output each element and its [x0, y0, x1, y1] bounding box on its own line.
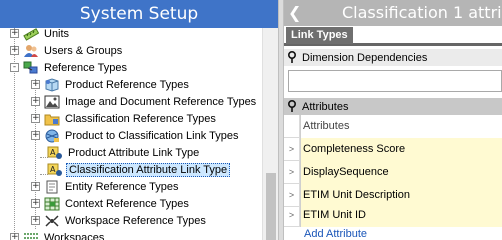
chevron-right-icon[interactable]: > — [284, 137, 300, 161]
attribute-name[interactable]: ETIM Unit ID — [300, 203, 502, 227]
tree-item-units[interactable]: + Units — [10, 28, 71, 42]
product-classification-link-icon — [45, 129, 59, 142]
expand-icon[interactable]: + — [31, 131, 40, 140]
tree-item-classification-attribute-link-type[interactable]: A Classification Attribute Link Type — [47, 161, 231, 178]
expand-icon[interactable]: + — [31, 80, 40, 89]
expand-icon[interactable]: + — [31, 199, 40, 208]
tree-item-label: Context Reference Types — [65, 197, 189, 210]
back-icon[interactable]: ❮ — [288, 0, 301, 26]
table-row[interactable]: > Completeness Score — [284, 137, 502, 161]
expand-icon[interactable]: + — [10, 46, 19, 55]
users-icon — [24, 44, 38, 57]
tree-item-entity-reference-types[interactable]: + Entity Reference Types — [31, 178, 181, 195]
pin-icon[interactable] — [286, 100, 298, 113]
expand-icon[interactable]: + — [31, 97, 40, 106]
table-row[interactable]: > DisplaySequence — [284, 160, 502, 184]
svg-text:A: A — [50, 165, 56, 174]
chevron-right-icon[interactable]: > — [284, 160, 300, 184]
dimension-dependencies-field[interactable] — [288, 70, 502, 92]
classification-folder-icon — [44, 114, 60, 125]
attribute-link-icon: A — [47, 146, 62, 159]
add-attribute-link[interactable]: Add Attribute — [304, 228, 367, 240]
dimension-dependencies-header: Dimension Dependencies — [284, 49, 502, 66]
attribute-name[interactable]: Completeness Score — [300, 137, 502, 161]
tree-item-label: Classification Attribute Link Type — [66, 162, 231, 177]
tree-item-label: Product Reference Types — [65, 78, 189, 91]
section-title: Attributes — [302, 100, 349, 113]
workspace-reference-icon — [45, 214, 59, 227]
tree-item-label: Image and Document Reference Types — [65, 95, 257, 108]
context-reference-icon — [44, 197, 60, 210]
tree-item-classification-reference-types[interactable]: + Classification Reference Types — [31, 110, 218, 127]
tree-item-workspaces[interactable]: + Workspaces — [10, 229, 106, 240]
attributes-header: Attributes — [284, 98, 502, 115]
column-header-label: Attributes — [300, 114, 502, 138]
tree-scrollbar[interactable] — [262, 28, 278, 240]
pin-icon[interactable] — [286, 51, 298, 64]
image-document-icon — [44, 95, 60, 108]
tree-item-image-document-reference-types[interactable]: + Image and Document Reference Types — [31, 93, 258, 110]
tree-item-label: Reference Types — [44, 61, 127, 74]
system-setup-tree: + Units + Users & Groups - Reference Typ… — [0, 28, 262, 240]
expand-icon[interactable]: + — [31, 216, 40, 225]
expand-icon[interactable]: + — [31, 182, 40, 191]
tree-item-label: Users & Groups — [44, 44, 123, 57]
tree-item-users-groups[interactable]: + Users & Groups — [10, 42, 124, 59]
editor-header: ❮ Classification 1 attribu — [284, 0, 502, 26]
tree-item-label: Workspace Reference Types — [65, 214, 206, 227]
attribute-name[interactable]: DisplaySequence — [300, 160, 502, 184]
expand-icon[interactable]: + — [10, 29, 19, 38]
expand-icon[interactable]: + — [10, 233, 19, 240]
editor-title: Classification 1 attribu — [342, 3, 502, 22]
entity-reference-icon — [46, 180, 58, 193]
tree-item-reference-types[interactable]: - Reference Types — [10, 59, 129, 76]
table-row[interactable]: > ETIM Unit ID — [284, 203, 502, 227]
tree-item-product-reference-types[interactable]: + Product Reference Types — [31, 76, 191, 93]
expand-icon[interactable]: + — [31, 114, 40, 123]
row-spacer — [284, 114, 300, 138]
tree-item-product-attribute-link-type[interactable]: A Product Attribute Link Type — [47, 144, 201, 161]
tree-item-label: Entity Reference Types — [65, 180, 179, 193]
panel-title: System Setup — [0, 0, 278, 28]
section-title: Dimension Dependencies — [302, 51, 428, 64]
tree-item-product-classification-link-types[interactable]: + Product to Classification Link Types — [31, 127, 240, 144]
attributes-column-header: Attributes — [284, 114, 502, 138]
tab-strip: Link Types — [284, 26, 502, 46]
scrollbar-thumb[interactable] — [266, 173, 276, 240]
reference-types-icon — [23, 61, 38, 73]
tree-item-label: Units — [44, 28, 70, 40]
chevron-right-icon[interactable]: > — [284, 203, 300, 227]
collapse-icon[interactable]: - — [10, 63, 19, 72]
tab-link-types[interactable]: Link Types — [286, 27, 353, 44]
tree-item-label: Classification Reference Types — [65, 112, 216, 125]
system-setup-panel: System Setup + Units + Users & Groups - … — [0, 0, 278, 240]
workspaces-icon — [24, 232, 38, 239]
tree-item-context-reference-types[interactable]: + Context Reference Types — [31, 195, 191, 212]
tree-item-label: Product Attribute Link Type — [68, 146, 200, 159]
tree-item-workspace-reference-types[interactable]: + Workspace Reference Types — [31, 212, 208, 229]
attribute-link-icon: A — [47, 163, 62, 176]
tree-item-label: Workspaces — [44, 231, 105, 240]
product-reference-icon — [45, 77, 59, 92]
editor-panel: ❮ Classification 1 attribu Link Types Di… — [284, 0, 502, 240]
tree-item-label: Product to Classification Link Types — [65, 129, 239, 142]
svg-text:A: A — [50, 148, 56, 157]
ruler-icon — [23, 28, 39, 41]
